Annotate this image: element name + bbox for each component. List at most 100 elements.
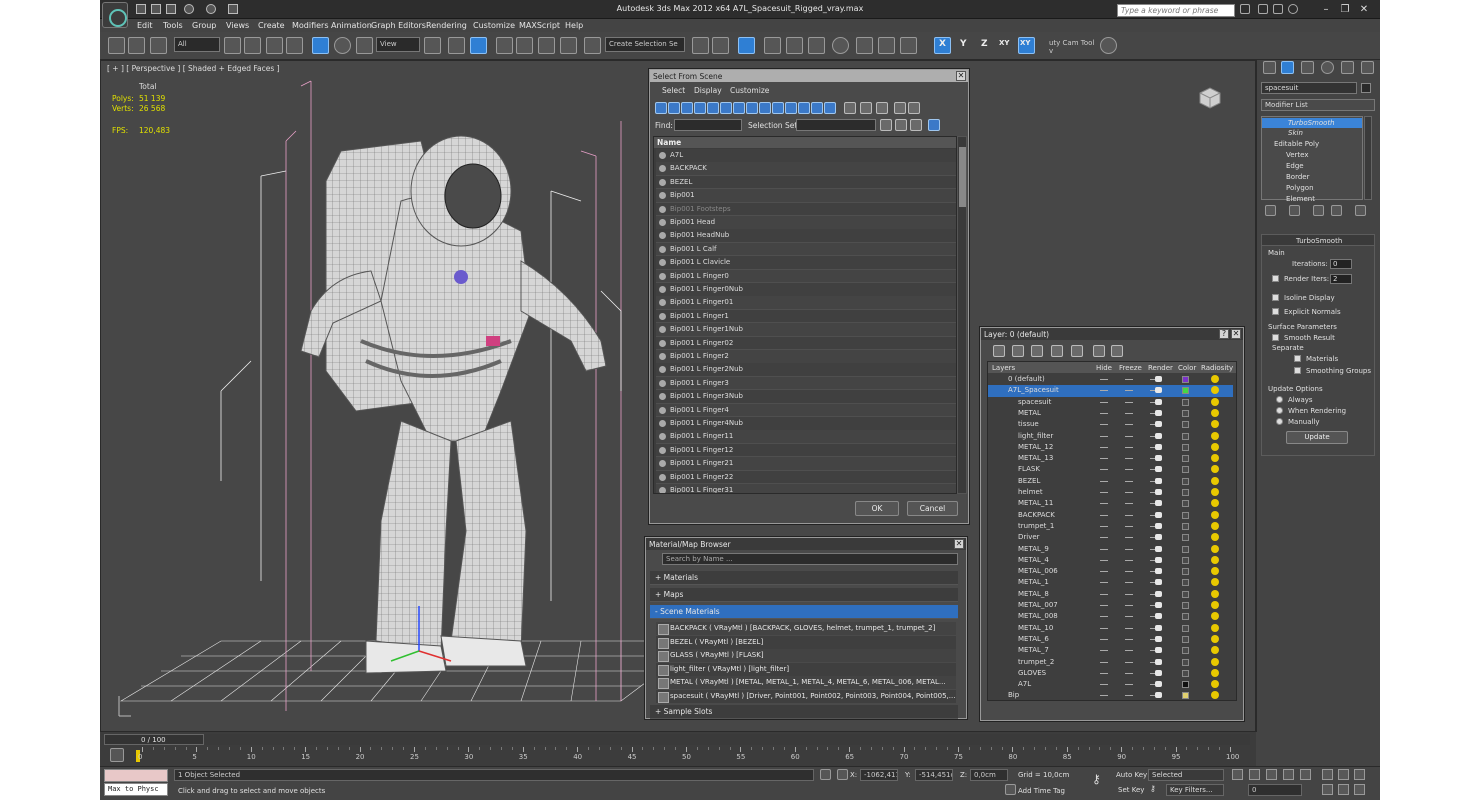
freeze-toggle[interactable]: [1125, 616, 1133, 618]
selection-filter-dropdown[interactable]: All: [174, 37, 220, 52]
filter-groups-icon[interactable]: [733, 102, 745, 114]
filter-xrefs-icon[interactable]: [746, 102, 758, 114]
stack-polygon[interactable]: Polygon: [1286, 184, 1314, 192]
freeze-toggle[interactable]: [1125, 582, 1133, 584]
filter-spacewarps-icon[interactable]: [720, 102, 732, 114]
select-object-icon[interactable]: [224, 37, 241, 54]
render-teapot-icon[interactable]: [1155, 443, 1162, 450]
plugin-icon[interactable]: [1100, 37, 1117, 54]
scene-material-item[interactable]: light_filter ( VRayMtl ) [light_filter]: [656, 662, 956, 676]
layer-color-swatch[interactable]: [1182, 522, 1189, 530]
stack-vertex[interactable]: Vertex: [1286, 151, 1309, 159]
hide-toggle[interactable]: [1100, 537, 1108, 539]
radiosity-icon[interactable]: [1211, 555, 1219, 564]
help-icon[interactable]: [1288, 4, 1298, 14]
zoom-icon[interactable]: [1322, 769, 1333, 780]
freeze-toggle[interactable]: [1125, 695, 1133, 697]
layer-row[interactable]: spacesuit: [988, 397, 1233, 408]
menu-views[interactable]: Views: [226, 21, 249, 30]
hide-toggle[interactable]: [1100, 390, 1108, 392]
layer-color-swatch[interactable]: [1182, 692, 1189, 700]
remove-modifier-icon[interactable]: [1331, 205, 1342, 216]
render-production-icon[interactable]: [900, 37, 917, 54]
stack-border[interactable]: Border: [1286, 173, 1309, 181]
radiosity-icon[interactable]: [1211, 533, 1219, 542]
show-end-result-icon[interactable]: [1289, 205, 1300, 216]
maxscript-listener-input[interactable]: [104, 769, 168, 782]
maximize-button[interactable]: ❐: [1338, 3, 1352, 16]
scene-material-item[interactable]: METAL ( VRayMtl ) [METAL, METAL_1, METAL…: [656, 676, 956, 689]
layer-row[interactable]: trumpet_2: [988, 657, 1233, 668]
freeze-toggle[interactable]: [1125, 401, 1133, 403]
rectangle-selection-icon[interactable]: [266, 37, 283, 54]
scene-list-item[interactable]: Bip001 Footsteps: [656, 202, 956, 217]
mirror-icon[interactable]: [692, 37, 709, 54]
create-tab-icon[interactable]: [1263, 61, 1276, 74]
hide-toggle[interactable]: [1100, 661, 1108, 663]
scene-list-item[interactable]: Bip001 L Finger31: [656, 484, 956, 493]
hierarchy-icon[interactable]: [908, 102, 920, 114]
hide-toggle[interactable]: [1100, 492, 1108, 493]
close-button[interactable]: ✕: [1357, 3, 1371, 16]
select-dialog-close-button[interactable]: ✕: [956, 71, 966, 81]
layer-row[interactable]: METAL_7: [988, 645, 1233, 656]
stack-edge[interactable]: Edge: [1286, 162, 1304, 170]
unlink-icon[interactable]: [128, 37, 145, 54]
material-browser-close-button[interactable]: ✕: [954, 539, 964, 549]
select-invert-icon[interactable]: [876, 102, 888, 114]
display-tab-icon[interactable]: [1341, 61, 1354, 74]
hide-toggle[interactable]: [1100, 503, 1108, 505]
select-menu-display[interactable]: Display: [694, 86, 722, 95]
object-color-swatch[interactable]: [1361, 83, 1371, 93]
layer-row[interactable]: helmet: [988, 487, 1233, 498]
scene-list-item[interactable]: Bip001 L Finger1Nub: [656, 323, 956, 337]
layer-color-swatch[interactable]: [1182, 669, 1189, 677]
material-editor-icon[interactable]: [832, 37, 849, 54]
freeze-toggle[interactable]: [1125, 650, 1133, 652]
selset-select-icon[interactable]: [928, 119, 940, 131]
menu-modifiers[interactable]: Modifiers: [292, 21, 329, 30]
freeze-toggle[interactable]: [1125, 435, 1133, 437]
layer-color-swatch[interactable]: [1182, 387, 1189, 395]
menu-maxscript[interactable]: MAXScript: [519, 21, 560, 30]
layer-color-swatch[interactable]: [1182, 635, 1189, 643]
absolute-mode-icon[interactable]: [837, 769, 848, 780]
scene-material-item[interactable]: GLASS ( VRayMtl ) [FLASK]: [656, 649, 956, 662]
filter-all-icon[interactable]: [811, 102, 823, 114]
material-search-input[interactable]: Search by Name ...: [662, 553, 958, 565]
layer-color-swatch[interactable]: [1182, 421, 1189, 429]
render-teapot-icon[interactable]: [1155, 590, 1162, 597]
axis-constraint-xy-button[interactable]: XY: [999, 39, 1009, 47]
radiosity-icon[interactable]: [1211, 589, 1219, 598]
freeze-toggle[interactable]: [1125, 525, 1133, 527]
menu-edit[interactable]: Edit: [137, 21, 153, 30]
scene-list-item[interactable]: Bip001 L Finger2: [656, 350, 956, 364]
layer-row[interactable]: tissue: [988, 419, 1233, 430]
filter-cameras-icon[interactable]: [694, 102, 706, 114]
scene-list-item[interactable]: Bip001 L Finger02: [656, 336, 956, 351]
hide-toggle[interactable]: [1100, 582, 1108, 584]
radiosity-icon[interactable]: [1211, 634, 1219, 643]
radiosity-column-header[interactable]: Radiosity: [1201, 364, 1233, 372]
render-teapot-icon[interactable]: [1155, 647, 1162, 654]
hide-toggle[interactable]: [1100, 571, 1108, 573]
select-none-icon[interactable]: [860, 102, 872, 114]
freeze-toggle[interactable]: [1125, 379, 1133, 380]
subscription-icon[interactable]: [1258, 4, 1268, 14]
layer-row[interactable]: A7L: [988, 679, 1233, 690]
plugin-toolbar-label[interactable]: uty Cam Tool v: [1046, 37, 1098, 55]
layer-list[interactable]: Layers Hide Freeze Render Color Radiosit…: [987, 361, 1237, 701]
scene-list-item[interactable]: Bip001 L Finger3Nub: [656, 390, 956, 404]
radiosity-icon[interactable]: [1211, 521, 1219, 530]
hide-toggle[interactable]: [1100, 548, 1108, 550]
update-always-radio[interactable]: [1276, 396, 1283, 403]
layer-color-swatch[interactable]: [1182, 556, 1189, 564]
radiosity-icon[interactable]: [1211, 657, 1219, 666]
layer-color-swatch[interactable]: [1182, 466, 1189, 474]
hide-toggle[interactable]: [1100, 605, 1108, 606]
scene-list-item[interactable]: Bip001 L Finger21: [656, 457, 956, 471]
hide-toggle[interactable]: [1100, 446, 1108, 448]
scale-icon[interactable]: [356, 37, 373, 54]
keyboard-shortcut-icon[interactable]: [470, 37, 487, 54]
reference-coordinate-dropdown[interactable]: View: [376, 37, 420, 52]
